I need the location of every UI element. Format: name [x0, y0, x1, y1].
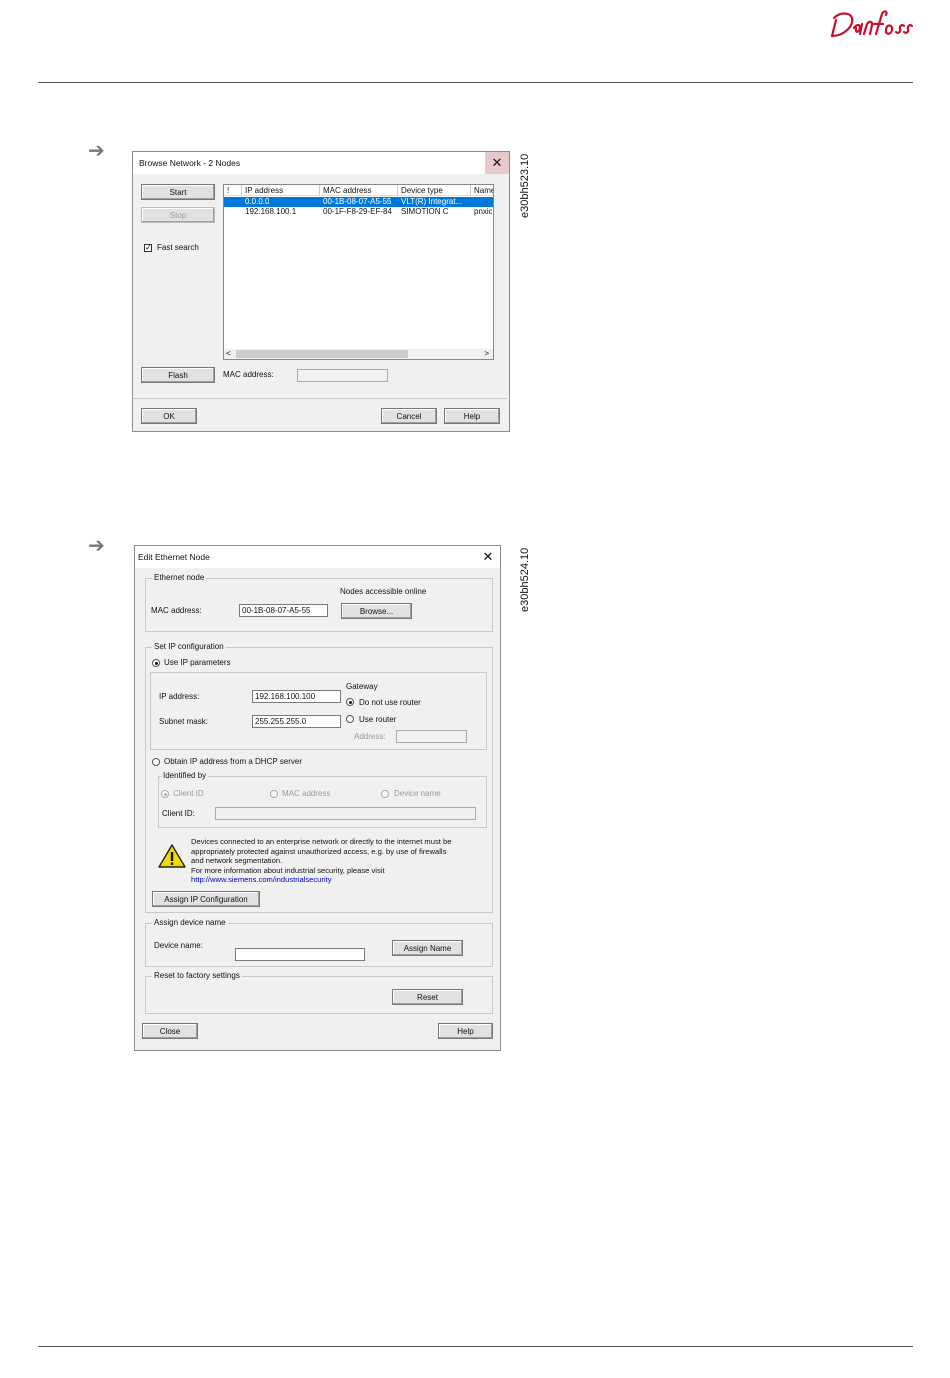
title-bar: Browse Network - 2 Nodes ✕ — [133, 152, 509, 174]
step-arrow-icon: ➔ — [88, 533, 105, 557]
mac-address-field[interactable] — [297, 369, 388, 382]
close-icon[interactable]: ✕ — [485, 152, 509, 174]
fast-search-checkbox[interactable]: ✓ — [144, 244, 152, 252]
figure-id: e30bh524.10 — [519, 547, 531, 612]
group-label: Identified by — [161, 771, 209, 780]
group-label: Assign device name — [152, 918, 228, 927]
close-button[interactable]: Close — [142, 1023, 198, 1039]
mac-cell: 00-1F-F8-29-EF-84 — [323, 207, 392, 216]
reset-button[interactable]: Reset — [392, 989, 463, 1005]
scroll-left-icon[interactable]: < — [226, 349, 231, 359]
start-button[interactable]: Start — [141, 184, 215, 200]
device-name-field[interactable] — [235, 948, 365, 961]
mac-address-label: MAC address: — [151, 606, 202, 615]
subnet-mask-label: Subnet mask: — [159, 717, 208, 726]
device-name-label: Device name: — [154, 941, 203, 950]
warning-line: Devices connected to an enterprise netwo… — [191, 837, 452, 846]
ethernet-node-group: Ethernet node Nodes accessible online MA… — [145, 573, 493, 632]
client-id-radio[interactable] — [161, 790, 169, 798]
client-id-label: Client ID: — [162, 809, 195, 818]
warning-icon — [158, 844, 186, 868]
assign-name-button[interactable]: Assign Name — [392, 940, 463, 956]
device-type-cell: SIMOTION C — [401, 207, 449, 216]
flash-button[interactable]: Flash — [141, 367, 215, 383]
router-address-label: Address: — [354, 732, 386, 741]
stop-button[interactable]: Stop — [141, 207, 215, 223]
identified-by-group: Identified by Client ID MAC address Devi… — [158, 771, 487, 828]
ip-address-field[interactable]: 192.168.100.100 — [252, 690, 341, 703]
ip-address-label: IP address: — [159, 692, 200, 701]
use-router-label: Use router — [359, 715, 397, 724]
mac-address-radio[interactable] — [270, 790, 278, 798]
dhcp-label: Obtain IP address from a DHCP server — [164, 757, 302, 766]
browse-network-dialog: Browse Network - 2 Nodes ✕ Start Stop ✓ … — [132, 151, 510, 432]
column-header[interactable]: ! — [224, 185, 242, 196]
column-header[interactable]: MAC address — [320, 185, 398, 196]
device-name-radio[interactable] — [381, 790, 389, 798]
group-label: Ethernet node — [152, 573, 207, 582]
set-ip-configuration-group: Set IP configuration Use IP parameters I… — [145, 642, 493, 913]
header-rule — [38, 82, 913, 83]
use-ip-parameters-radio[interactable] — [152, 659, 160, 667]
assign-ip-configuration-button[interactable]: Assign IP Configuration — [152, 891, 260, 907]
footer-rule — [38, 1346, 913, 1347]
scroll-right-icon[interactable]: > — [484, 349, 489, 359]
assign-device-name-group: Assign device name Device name: Assign N… — [145, 918, 493, 967]
router-address-field[interactable] — [396, 730, 467, 743]
mac-address-option-label: MAC address — [282, 789, 331, 798]
warning-line: and network segmentation. — [191, 856, 283, 865]
figure-id: e30bh523.10 — [519, 153, 531, 218]
close-icon[interactable]: ✕ — [476, 546, 500, 568]
use-router-radio[interactable] — [346, 715, 354, 723]
reset-factory-group: Reset to factory settings Reset — [145, 971, 493, 1014]
node-list[interactable]: ! IP address MAC address Device type Nam… — [223, 184, 494, 360]
table-row[interactable]: 192.168.100.1 00-1F-F8-29-EF-84 SIMOTION… — [224, 207, 493, 217]
table-row[interactable]: 0.0.0.0 00-1B-08-07-A5-55 VLT(R) Integra… — [224, 197, 493, 207]
warning-line: For more information about industrial se… — [191, 865, 385, 875]
mac-address-label: MAC address: — [223, 370, 274, 379]
mac-cell: 00-1B-08-07-A5-55 — [323, 197, 392, 206]
nodes-online-label: Nodes accessible online — [340, 587, 427, 596]
do-not-use-router-label: Do not use router — [359, 698, 421, 707]
dhcp-radio[interactable] — [152, 758, 160, 766]
browse-button[interactable]: Browse... — [341, 603, 412, 619]
device-name-option-label: Device name — [394, 789, 441, 798]
group-label: Reset to factory settings — [152, 971, 242, 980]
warning-line: appropriately protected against unauthor… — [191, 846, 447, 856]
column-header[interactable]: Device type — [398, 185, 471, 196]
divider — [133, 398, 507, 399]
edit-ethernet-node-dialog: Edit Ethernet Node ✕ Ethernet node Nodes… — [134, 545, 501, 1051]
name-cell: pnxio — [474, 207, 492, 216]
help-button[interactable]: Help — [444, 408, 500, 424]
industrial-security-link[interactable]: http://www.siemens.com/industrialsecurit… — [191, 875, 451, 885]
security-warning: Devices connected to an enterprise netwo… — [191, 837, 451, 885]
do-not-use-router-radio[interactable] — [346, 698, 354, 706]
ip-parameters-box: IP address: 192.168.100.100 Subnet mask:… — [150, 672, 487, 750]
horizontal-scrollbar[interactable]: < > — [224, 349, 493, 359]
ip-cell: 192.168.100.1 — [245, 207, 297, 216]
client-id-option-label: Client ID — [173, 789, 204, 798]
column-header[interactable]: Name — [471, 185, 493, 196]
group-label: Set IP configuration — [152, 642, 226, 651]
column-header[interactable]: IP address — [242, 185, 320, 196]
title-bar: Edit Ethernet Node ✕ — [135, 546, 500, 568]
subnet-mask-field[interactable]: 255.255.255.0 — [252, 715, 341, 728]
use-ip-parameters-label: Use IP parameters — [164, 658, 231, 667]
dialog-title: Edit Ethernet Node — [138, 552, 210, 562]
ip-cell: 0.0.0.0 — [245, 197, 270, 206]
gateway-label: Gateway — [346, 682, 378, 691]
device-type-cell: VLT(R) Integrat... — [401, 197, 463, 206]
cancel-button[interactable]: Cancel — [381, 408, 437, 424]
dialog-title: Browse Network - 2 Nodes — [139, 158, 241, 168]
fast-search-label: Fast search — [157, 243, 199, 252]
danfoss-logo — [830, 10, 914, 38]
client-id-field[interactable] — [215, 807, 476, 820]
ok-button[interactable]: OK — [141, 408, 197, 424]
step-arrow-icon: ➔ — [88, 138, 105, 162]
mac-address-field[interactable]: 00-1B-08-07-A5-55 — [239, 604, 328, 617]
help-button[interactable]: Help — [438, 1023, 493, 1039]
scroll-thumb[interactable] — [236, 350, 408, 358]
